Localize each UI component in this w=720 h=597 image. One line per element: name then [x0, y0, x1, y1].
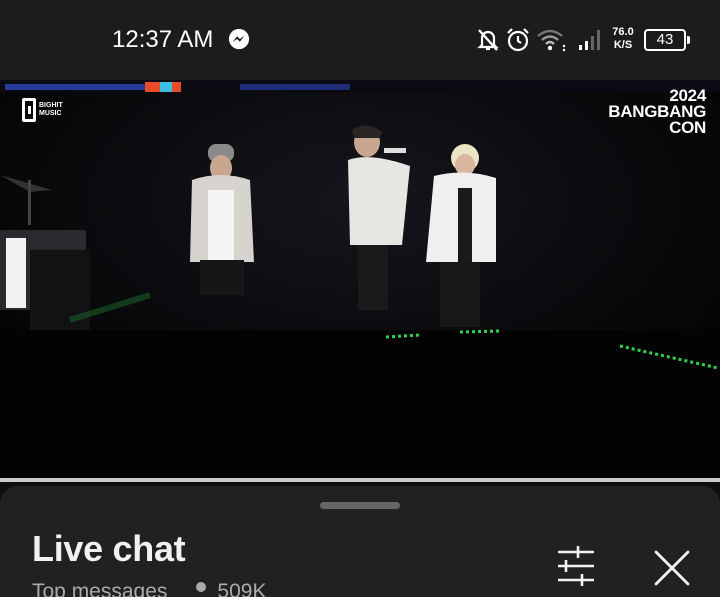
cellular-signal-icon	[579, 30, 600, 50]
messenger-icon	[228, 28, 250, 50]
viewer-count-value: 509K	[217, 580, 267, 597]
event-watermark: 2024 BANGBANG CON	[608, 87, 706, 137]
chat-mode-row: Top messages 509K	[32, 580, 266, 597]
drag-handle[interactable]	[320, 502, 400, 509]
viewer-count: 509K	[191, 580, 266, 597]
live-chat-panel: Live chat Top messages 509K	[0, 486, 720, 597]
wifi-icon	[537, 29, 566, 52]
network-speed: 76.0 K/S	[609, 26, 637, 52]
bighit-logo-icon	[22, 98, 36, 122]
clock: 12:37 AM	[112, 26, 214, 53]
notifications-off-icon	[477, 29, 499, 51]
battery-level: 43	[656, 31, 674, 48]
battery-indicator: 43	[644, 29, 690, 51]
sliders-icon[interactable]	[552, 546, 600, 586]
close-icon[interactable]	[650, 546, 694, 590]
video-progress-bar[interactable]	[0, 478, 720, 482]
chat-title: Live chat	[32, 528, 186, 569]
video-progress-fill	[0, 478, 720, 482]
network-speed-unit: K/S	[613, 39, 633, 51]
person-icon	[196, 582, 207, 592]
status-bar: 12:37 AM 76.0 K/S 43	[0, 0, 720, 80]
channel-logo: BIGHIT MUSIC	[22, 98, 69, 122]
chat-mode-selector[interactable]: Top messages	[32, 580, 167, 597]
event-name-line2: CON	[669, 118, 706, 137]
video-player[interactable]: BIGHIT MUSIC 2024 BANGBANG CON	[0, 80, 720, 482]
video-frame	[0, 80, 720, 482]
alarm-icon	[507, 28, 529, 52]
channel-logo-text: BIGHIT MUSIC	[39, 102, 63, 117]
network-speed-value: 76.0	[612, 26, 634, 38]
